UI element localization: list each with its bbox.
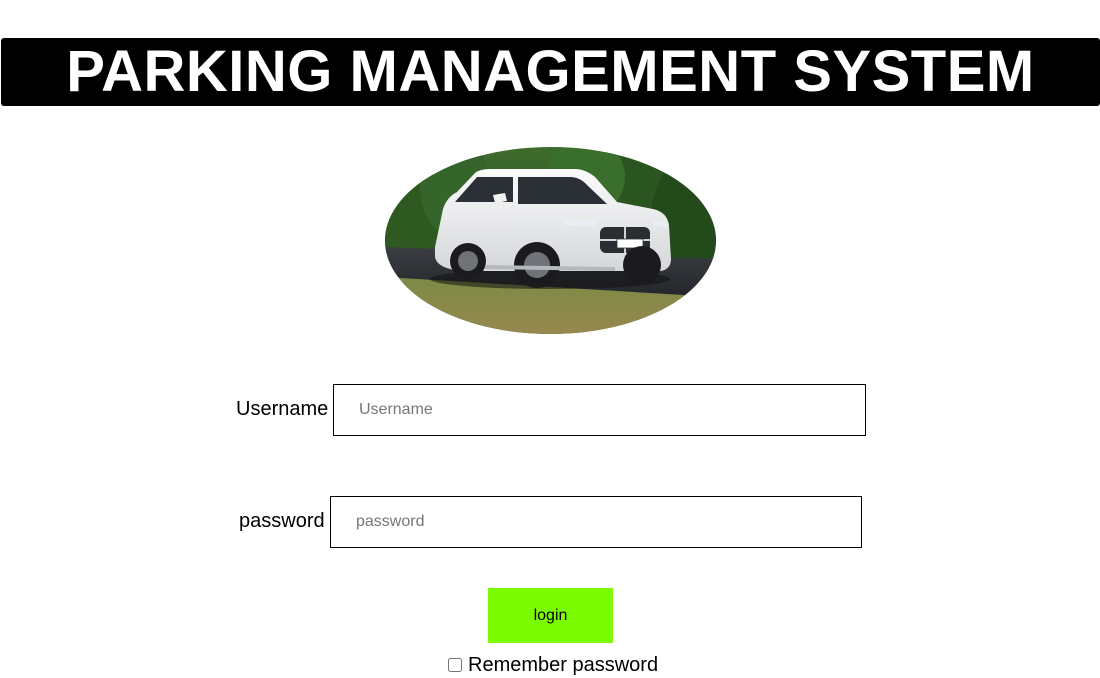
header-banner: PARKING MANAGEMENT SYSTEM <box>1 38 1100 106</box>
login-button[interactable]: login <box>488 588 613 643</box>
password-label: password <box>239 510 325 532</box>
username-input[interactable] <box>333 384 866 436</box>
remember-password-label: Remember password <box>468 654 659 676</box>
page-title: PARKING MANAGEMENT SYSTEM <box>66 39 1035 104</box>
remember-password: Remember password <box>447 655 658 675</box>
username-label: Username <box>236 398 329 420</box>
login-page: PARKING MANAGEMENT SYSTEM Username Usern… <box>0 0 1100 678</box>
car-image <box>385 147 716 334</box>
password-input[interactable] <box>330 496 862 548</box>
remember-password-checkbox[interactable] <box>448 658 462 672</box>
